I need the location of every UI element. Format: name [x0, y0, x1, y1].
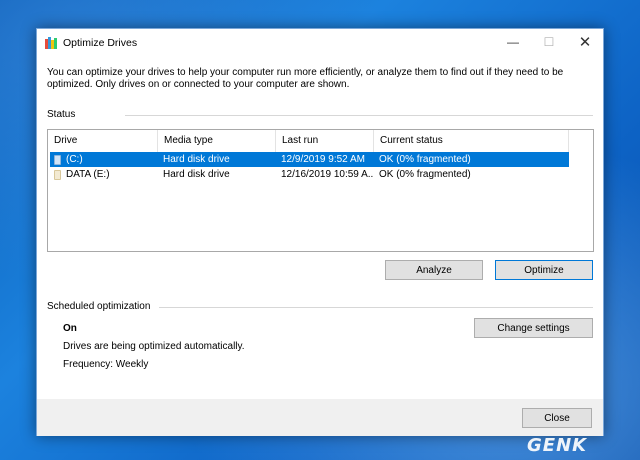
watermark-text: GENK: [527, 435, 588, 456]
optimize-button[interactable]: Optimize: [495, 260, 593, 280]
drive-icon: [54, 169, 61, 180]
last-run-cell: 12/16/2019 10:59 A...: [281, 169, 374, 180]
intro-line-2: optimized. Only drives on or connected t…: [47, 79, 350, 90]
optimize-drives-icon: [45, 37, 57, 49]
drive-name: DATA (E:): [66, 169, 110, 180]
drive-row-c[interactable]: (C:) Hard disk drive 12/9/2019 9:52 AM O…: [50, 152, 569, 167]
maximize-button[interactable]: ☐: [531, 29, 567, 55]
last-run-cell: 12/9/2019 9:52 AM: [281, 154, 365, 165]
media-type-cell: Hard disk drive: [163, 154, 230, 165]
media-type-cell: Hard disk drive: [163, 169, 230, 180]
optimize-drives-window: Optimize Drives — ☐ ✕ You can optimize y…: [36, 28, 604, 436]
windows-drive-icon: [54, 154, 61, 165]
schedule-description: Drives are being optimized automatically…: [63, 341, 245, 352]
schedule-state: On: [63, 323, 77, 334]
genk-watermark-logo: GENK: [527, 435, 588, 456]
drive-row-e[interactable]: DATA (E:) Hard disk drive 12/16/2019 10:…: [50, 167, 569, 182]
minimize-button[interactable]: —: [495, 29, 531, 55]
column-header-current-status[interactable]: Current status: [374, 130, 569, 152]
scheduled-group-divider: [159, 307, 593, 308]
close-window-button[interactable]: ✕: [567, 29, 603, 55]
close-button[interactable]: Close: [522, 408, 592, 428]
drive-name: (C:): [66, 154, 83, 165]
intro-line-1: You can optimize your drives to help you…: [47, 67, 564, 78]
drive-list[interactable]: Drive Media type Last run Current status…: [47, 129, 594, 252]
drive-cell: DATA (E:): [50, 167, 158, 182]
change-settings-button[interactable]: Change settings: [474, 318, 593, 338]
intro-text: You can optimize your drives to help you…: [47, 67, 587, 91]
drive-cell: (C:): [50, 152, 158, 167]
status-group-label: Status: [47, 109, 76, 120]
status-group-divider: [125, 115, 593, 116]
column-header-drive[interactable]: Drive: [48, 130, 158, 152]
scheduled-group-label: Scheduled optimization: [47, 301, 151, 312]
schedule-frequency: Frequency: Weekly: [63, 359, 149, 370]
current-status-cell: OK (0% fragmented): [379, 154, 471, 165]
analyze-button[interactable]: Analyze: [385, 260, 483, 280]
column-header-filler: [569, 130, 593, 152]
column-header-last-run[interactable]: Last run: [276, 130, 374, 152]
window-title: Optimize Drives: [63, 37, 138, 49]
column-header-media-type[interactable]: Media type: [158, 130, 276, 152]
drive-list-header: Drive Media type Last run Current status: [48, 130, 593, 152]
title-bar[interactable]: Optimize Drives — ☐ ✕: [37, 29, 603, 57]
current-status-cell: OK (0% fragmented): [379, 169, 471, 180]
dialog-footer: Close: [37, 399, 603, 436]
